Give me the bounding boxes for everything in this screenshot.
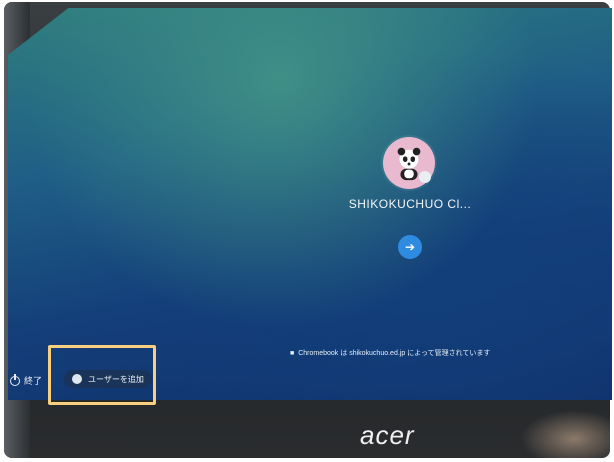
add-user-icon [72,374,82,384]
shutdown-button[interactable]: 終了 [10,373,43,387]
folder-icon: ■ [290,349,295,357]
next-button[interactable]: ➔ [398,235,422,259]
login-screen [8,8,612,400]
add-user-label: ユーザーを追加 [88,374,144,384]
brand-logo: acer [360,420,415,450]
arrow-right-icon: ➔ [404,240,416,254]
shutdown-label: 終了 [24,377,43,387]
add-user-button[interactable]: ユーザーを追加 [64,370,152,388]
avatar-badge [419,171,431,183]
user-name: SHIKOKUCHUO Cl... [348,197,472,211]
managed-notice: ■ Chromebook は shikokuchuo.ed.jp によって管理さ… [290,348,540,358]
managed-text: Chromebook は shikokuchuo.ed.jp によって管理されて… [298,350,491,357]
power-icon [10,373,20,386]
reflection [520,410,610,458]
